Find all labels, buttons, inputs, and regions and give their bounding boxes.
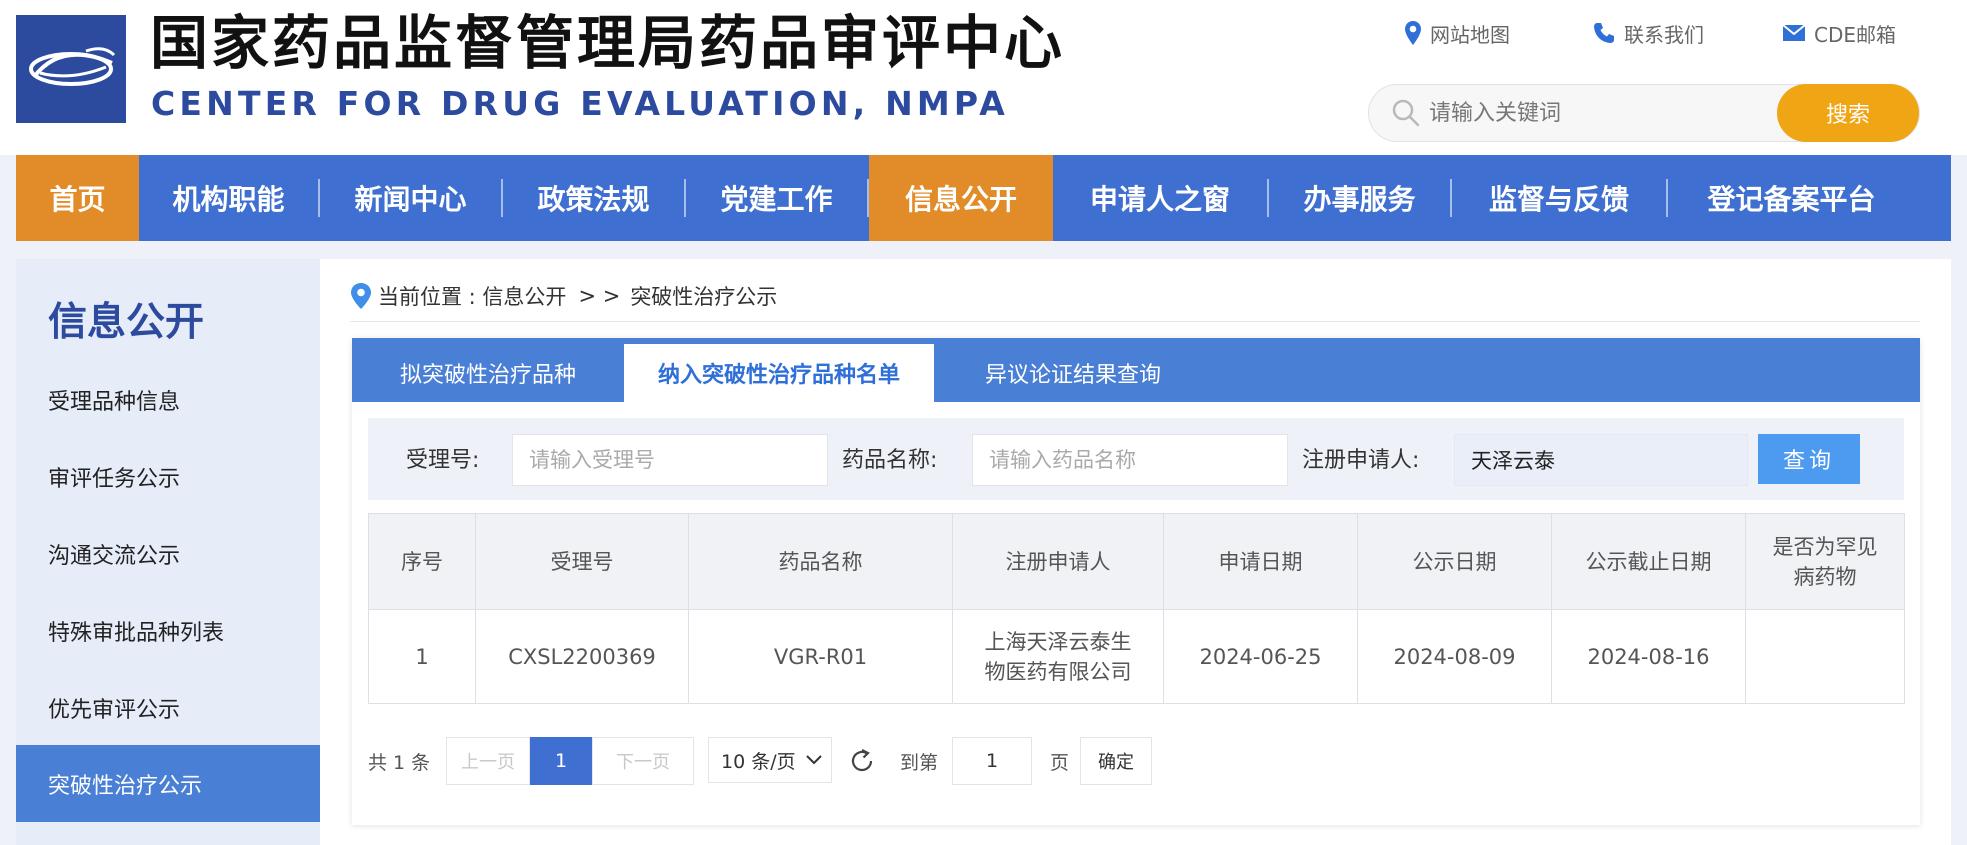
col-header-index: 序号 [368,513,476,610]
tab-included-breakthrough[interactable]: 纳入突破性治疗品种名单 [624,344,934,402]
search-filter-bar: 受理号: 药品名称: 注册申请人: 查询 [368,418,1904,500]
results-table: 序号 受理号 药品名称 注册申请人 申请日期 公示日期 公示截止日期 是否为罕见… [368,513,1905,704]
nav-item-policy[interactable]: 政策法规 [503,155,684,241]
sitemap-link[interactable]: 网站地图 [1404,18,1510,48]
nav-item-home[interactable]: 首页 [16,155,139,241]
tab-bar: 拟突破性治疗品种 纳入突破性治疗品种名单 异议论证结果查询 [352,338,1920,402]
breadcrumb-divider [350,321,1920,322]
main-nav: 首页 机构职能 新闻中心 政策法规 党建工作 信息公开 申请人之窗 办事服务 监… [16,155,1951,241]
location-pin-icon [351,283,371,309]
query-button[interactable]: 查询 [1758,434,1860,484]
sidebar-item-breakthrough[interactable]: 突破性治疗公示 [16,745,320,822]
col-header-rare-disease: 是否为罕见病药物 [1745,513,1905,610]
cell-index: 1 [368,609,476,704]
accept-no-label: 受理号: [406,448,480,473]
drug-name-label: 药品名称: [842,448,938,473]
cell-publish-date: 2024-08-09 [1357,609,1552,704]
breadcrumb-separator: > > [578,284,621,308]
sidebar-item-communication[interactable]: 沟通交流公示 [16,515,320,592]
search-icon [1392,99,1420,127]
refresh-icon[interactable] [848,747,876,775]
table-header-row: 序号 受理号 药品名称 注册申请人 申请日期 公示日期 公示截止日期 是否为罕见… [368,513,1905,610]
sidebar-title: 信息公开 [48,300,205,345]
site-search-input[interactable] [1429,93,1769,133]
page-size-select[interactable]: 10 条/页 [708,737,832,783]
prev-page-button[interactable]: 上一页 [446,737,530,785]
col-header-applicant: 注册申请人 [952,513,1164,610]
applicant-input[interactable] [1454,434,1748,486]
sidebar-item-review-tasks[interactable]: 审评任务公示 [16,438,320,515]
site-title: 国家药品监督管理局药品审评中心 [150,9,1066,77]
sidebar-item-special-approval[interactable]: 特殊审批品种列表 [16,592,320,669]
sitemap-link-label: 网站地图 [1430,22,1510,47]
site-search-button[interactable]: 搜索 [1777,84,1919,142]
location-pin-icon [1405,21,1421,45]
cell-applicant: 上海天泽云泰生物医药有限公司 [952,609,1164,704]
goto-confirm-button[interactable]: 确定 [1080,737,1152,785]
nav-item-party[interactable]: 党建工作 [686,155,867,241]
chevron-down-icon [805,755,822,765]
breadcrumb-current: 突破性治疗公示 [630,285,778,309]
total-count: 共 1 条 [368,751,431,774]
nav-item-registration[interactable]: 登记备案平台 [1668,155,1915,241]
col-header-apply-date: 申请日期 [1163,513,1358,610]
site-subtitle: CENTER FOR DRUG EVALUATION, NMPA [151,84,1010,123]
applicant-label: 注册申请人: [1302,448,1420,473]
accept-no-input[interactable] [512,434,828,486]
pagination: 共 1 条 上一页 1 下一页 10 条/页 到第 页 确定 [368,737,1268,785]
nav-item-news[interactable]: 新闻中心 [320,155,501,241]
cell-drug-name: VGR-R01 [688,609,953,704]
col-header-publish-date: 公示日期 [1357,513,1552,610]
goto-label: 到第 [900,751,939,774]
next-page-button[interactable]: 下一页 [592,737,694,785]
breadcrumb-path[interactable]: 当前位置 : 信息公开 [378,281,566,311]
drug-name-input[interactable] [972,434,1288,486]
tab-proposed-breakthrough[interactable]: 拟突破性治疗品种 [352,344,624,402]
breadcrumb: 当前位置 : 信息公开 > > 突破性治疗公示 [350,279,777,313]
logo-emblem-icon [29,47,116,86]
current-page-button[interactable]: 1 [530,737,592,785]
sidebar-item-priority-review[interactable]: 优先审评公示 [16,669,320,746]
phone-icon [1594,23,1614,43]
contact-link-label: 联系我们 [1624,22,1704,47]
site-logo[interactable] [16,15,126,123]
nav-item-feedback[interactable]: 监督与反馈 [1452,155,1666,241]
cell-deadline: 2024-08-16 [1551,609,1746,704]
tab-objection-results[interactable]: 异议论证结果查询 [934,344,1212,402]
site-header: 国家药品监督管理局药品审评中心 CENTER FOR DRUG EVALUATI… [0,0,1967,155]
cde-mail-link-label: CDE邮箱 [1814,22,1897,47]
cde-mail-link[interactable]: CDE邮箱 [1782,18,1896,48]
col-header-deadline: 公示截止日期 [1551,513,1746,610]
page-size-value: 10 条/页 [721,750,796,773]
table-row[interactable]: 1 CXSL2200369 VGR-R01 上海天泽云泰生物医药有限公司 202… [368,609,1905,704]
cell-apply-date: 2024-06-25 [1163,609,1358,704]
nav-item-disclosure[interactable]: 信息公开 [869,155,1053,241]
col-header-accept-no: 受理号 [475,513,689,610]
cell-rare-disease [1745,609,1905,704]
mail-icon [1782,24,1806,41]
nav-item-services[interactable]: 办事服务 [1269,155,1450,241]
sidebar: 信息公开 受理品种信息 审评任务公示 沟通交流公示 特殊审批品种列表 优先审评公… [16,259,320,845]
nav-item-applicant[interactable]: 申请人之窗 [1053,155,1267,241]
list-panel: 拟突破性治疗品种 纳入突破性治疗品种名单 异议论证结果查询 受理号: 药品名称:… [352,338,1920,825]
sidebar-item-accepted-drugs[interactable]: 受理品种信息 [16,361,320,438]
cell-accept-no: CXSL2200369 [475,609,689,704]
page-unit-label: 页 [1050,751,1070,774]
col-header-drug-name: 药品名称 [688,513,953,610]
contact-link[interactable]: 联系我们 [1592,18,1704,48]
nav-item-about[interactable]: 机构职能 [139,155,318,241]
goto-page-input[interactable] [952,737,1032,785]
main-content: 当前位置 : 信息公开 > > 突破性治疗公示 拟突破性治疗品种 纳入突破性治疗… [320,259,1951,845]
